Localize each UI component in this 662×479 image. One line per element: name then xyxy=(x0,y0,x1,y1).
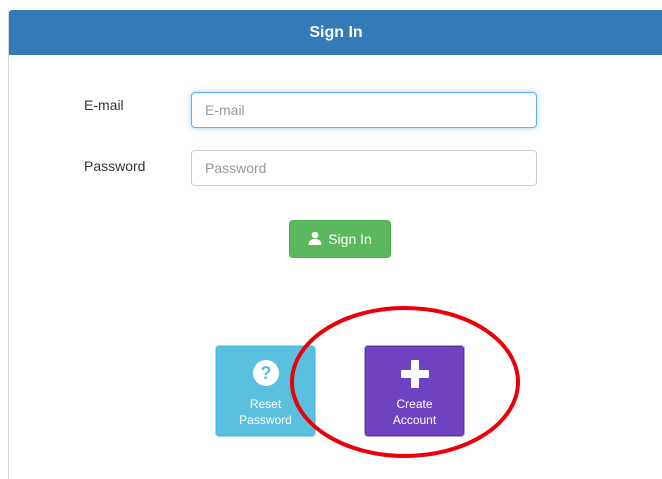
sign-in-button[interactable]: Sign In xyxy=(289,220,391,258)
email-label: E-mail xyxy=(84,97,124,113)
password-label: Password xyxy=(84,158,146,174)
reset-label-line2: Password xyxy=(239,413,292,427)
create-account-button[interactable]: Create Account xyxy=(365,346,464,436)
email-field[interactable] xyxy=(191,92,537,128)
create-label-line1: Create xyxy=(396,397,433,411)
sign-in-panel: Sign In E-mail Password Sign In ? Reset … xyxy=(8,10,662,479)
reset-password-button[interactable]: ? Reset Password xyxy=(216,346,315,436)
svg-text:?: ? xyxy=(260,363,271,383)
sign-in-button-label: Sign In xyxy=(328,231,372,247)
reset-label-line1: Reset xyxy=(249,397,282,411)
create-label-line2: Account xyxy=(392,413,437,427)
plus-icon xyxy=(400,359,430,392)
page-title: Sign In xyxy=(309,23,363,41)
question-circle-icon: ? xyxy=(252,359,280,390)
password-field[interactable] xyxy=(191,150,537,186)
user-icon xyxy=(308,231,322,248)
panel-header: Sign In xyxy=(9,10,662,55)
